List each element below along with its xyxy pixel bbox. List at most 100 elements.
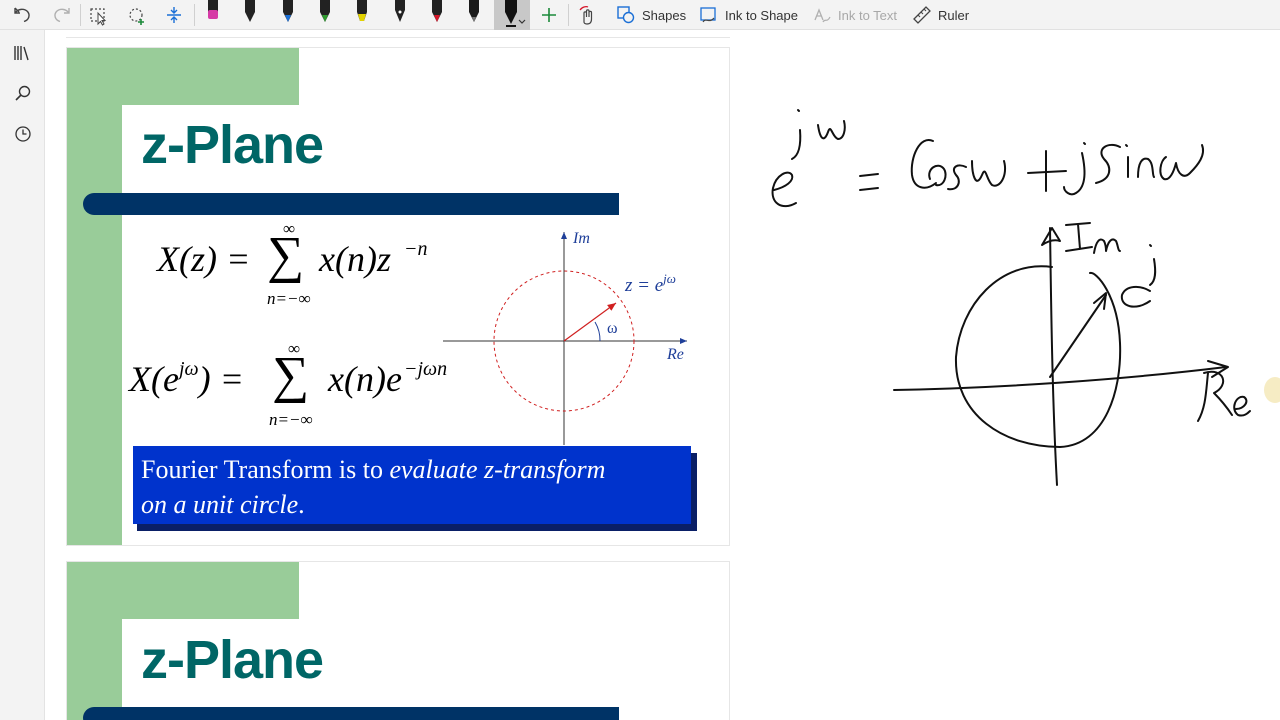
z-equals-base: z = e: [624, 275, 663, 296]
sigma-symbol: ∑: [272, 347, 310, 404]
sigma-symbol: ∑: [267, 227, 305, 284]
ink-stroke: [1065, 222, 1093, 252]
ink-stroke: [1197, 372, 1209, 422]
note-plain-text: Fourier Transform is to: [141, 455, 390, 484]
lasso-select-icon[interactable]: [88, 0, 110, 30]
slide-title: z-Plane: [141, 630, 324, 690]
note-italic-text-2: on a unit circle: [141, 490, 299, 519]
ink-stroke: [1149, 258, 1157, 286]
ink-stroke: [1149, 244, 1152, 247]
calligraphy-pen-icon[interactable]: [382, 0, 418, 30]
note-italic-text: evaluate z-transform: [389, 455, 606, 484]
re-label: Re: [666, 346, 684, 363]
slide-title: z-Plane: [141, 115, 324, 175]
selected-pen-icon[interactable]: [494, 0, 530, 30]
ink-stroke: [1120, 285, 1151, 308]
recent-icon[interactable]: [12, 123, 34, 145]
im-label: Im: [572, 230, 590, 247]
ink-stroke: [910, 139, 937, 189]
omega-label: ω: [607, 320, 618, 337]
omega-arc: [594, 321, 601, 342]
undo-icon[interactable]: [12, 0, 34, 30]
ink-stroke: [1137, 157, 1155, 178]
dtft-lhs-base: X(e: [129, 359, 179, 399]
blue-pen-icon[interactable]: [270, 0, 306, 30]
sum-lower-limit: n=−∞: [269, 410, 313, 429]
scroll-indicator[interactable]: [1264, 377, 1280, 403]
shapes-button[interactable]: Shapes: [616, 0, 686, 30]
notebooks-icon[interactable]: [12, 42, 34, 64]
highlighter-pen-icon[interactable]: [195, 0, 231, 30]
ink-to-shape-label: Ink to Shape: [725, 7, 798, 23]
green-pen-icon[interactable]: [307, 0, 343, 30]
ink-stroke: [859, 187, 879, 191]
add-pen-icon[interactable]: [538, 0, 560, 30]
navigation-rail: [0, 30, 45, 720]
ruler-icon: [913, 6, 931, 24]
ink-stroke: [859, 173, 879, 177]
ink-stroke: [1063, 152, 1086, 196]
title-underline-bar: [83, 193, 619, 215]
ink-stroke: [1125, 144, 1128, 147]
ink-stroke: [1083, 142, 1086, 145]
ink-stroke: [1095, 143, 1121, 184]
slide-z-plane[interactable]: z-Plane X(z) = ∞ ∑ n=−∞ x(n)z −n X(ejω) …: [66, 47, 730, 546]
ink-stroke: [1233, 395, 1251, 417]
previous-slide-edge: [66, 30, 730, 38]
ink-to-text-icon: [814, 8, 831, 23]
sum-lower-limit: n=−∞: [267, 289, 311, 308]
touch-draw-icon[interactable]: [576, 0, 598, 30]
ink-to-shape-button[interactable]: Ink to Shape: [699, 0, 798, 30]
title-underline-bar: [83, 707, 619, 720]
fourier-note-box: Fourier Transform is to evaluate z-trans…: [133, 446, 691, 524]
slide-green-header: [67, 48, 299, 105]
dtft-lhs-exponent: jω: [178, 358, 199, 380]
add-space-icon[interactable]: [126, 0, 148, 30]
z-transform-exponent: −n: [404, 238, 428, 260]
shapes-icon: [617, 6, 635, 24]
search-icon[interactable]: [12, 82, 34, 104]
dtft-lhs-close: ) =: [198, 359, 244, 399]
ink-to-shape-icon: [700, 7, 716, 23]
ink-stroke: [817, 120, 846, 140]
slide-green-band: [67, 48, 122, 545]
ink-stroke: [771, 171, 797, 208]
slide-green-header: [67, 562, 299, 619]
pencil-icon[interactable]: [456, 0, 492, 30]
ink-stroke: [1049, 294, 1107, 378]
ink-stroke: [797, 109, 800, 112]
z-equals-exponent: jω: [661, 271, 676, 286]
redo-icon[interactable]: [50, 0, 72, 30]
dtft-body: x(n)e: [328, 359, 402, 399]
ink-stroke: [928, 164, 947, 187]
z-transform-body: x(n)z: [319, 239, 391, 279]
ink-to-text-label: Ink to Text: [838, 7, 898, 23]
ink-stroke: [1027, 170, 1067, 174]
shapes-label: Shapes: [642, 7, 687, 23]
red-pen-icon[interactable]: [419, 0, 455, 30]
toolbar-separator: [80, 4, 81, 26]
insert-space-icon[interactable]: [164, 0, 184, 30]
ink-stroke: [947, 164, 967, 191]
ink-stroke: [893, 366, 1227, 391]
dtft-lhs: X(ejω) =: [129, 358, 244, 400]
ribbon-toolbar: Shapes Ink to Shape Ink to Text Ruler: [0, 0, 1280, 30]
handwritten-ink-canvas[interactable]: [760, 95, 1280, 495]
ink-stroke: [1159, 144, 1204, 181]
ink-stroke: [971, 160, 1006, 187]
slide-z-plane-2[interactable]: z-Plane: [66, 561, 730, 720]
yellow-highlighter-icon[interactable]: [344, 0, 380, 30]
note-period: .: [298, 490, 305, 519]
ink-stroke: [954, 265, 1122, 448]
ink-to-text-button[interactable]: Ink to Text: [812, 0, 897, 30]
ink-stroke: [791, 129, 802, 160]
unit-circle-diagram: Im Re z = ejω ω: [443, 230, 687, 445]
ruler-label: Ruler: [938, 7, 970, 23]
ink-stroke: [1093, 292, 1107, 310]
toolbar-separator: [568, 4, 569, 26]
z-equals-label: z = ejω: [624, 271, 676, 296]
z-transform-lhs: X(z) =: [157, 239, 251, 279]
ruler-button[interactable]: Ruler: [912, 0, 969, 30]
ink-stroke: [1093, 238, 1121, 254]
black-pen-icon[interactable]: [232, 0, 268, 30]
